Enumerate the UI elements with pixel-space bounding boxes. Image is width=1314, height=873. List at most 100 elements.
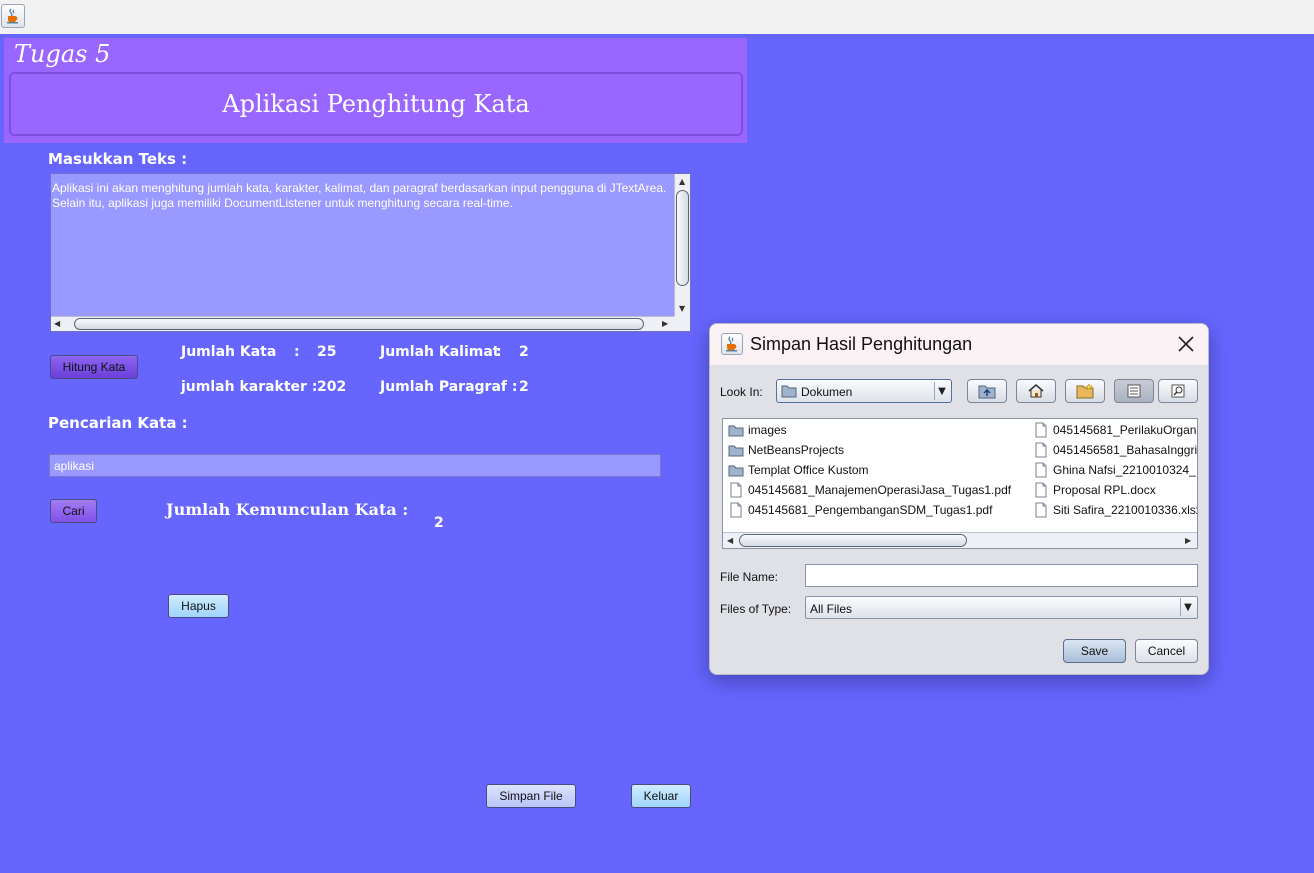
list-view-icon xyxy=(1127,384,1141,398)
folder-item[interactable]: NetBeansProjects xyxy=(728,441,844,459)
header-panel: Tugas 5 Aplikasi Penghitung Kata xyxy=(4,38,747,143)
file-item-label: images xyxy=(748,423,787,437)
file-item[interactable]: Proposal RPL.docx xyxy=(1033,481,1156,499)
scroll-corner xyxy=(674,316,690,331)
dialog-title: Simpan Hasil Penghitungan xyxy=(750,334,973,354)
save-button[interactable]: Save xyxy=(1063,639,1126,663)
jumlah-kata-colon: : xyxy=(294,344,300,360)
text-line-1: Aplikasi ini akan menghitung jumlah kata… xyxy=(52,181,667,195)
look-in-label: Look In: xyxy=(720,385,763,399)
file-item-label: NetBeansProjects xyxy=(748,443,845,457)
input-label: Masukkan Teks : xyxy=(48,150,188,168)
jumlah-paragraf-value: 2 xyxy=(519,379,529,395)
app-title: Aplikasi Penghitung Kata xyxy=(222,90,530,118)
list-view-button[interactable] xyxy=(1114,379,1154,403)
text-input-area[interactable]: Aplikasi ini akan menghitung jumlah kata… xyxy=(50,173,691,332)
file-icon xyxy=(730,482,742,498)
text-vertical-scrollbar[interactable]: ▲ ▼ xyxy=(674,174,690,317)
file-icon xyxy=(1035,422,1047,438)
file-item[interactable]: Siti Safira_2210010336.xlsx xyxy=(1033,501,1198,519)
file-icon xyxy=(1035,462,1047,478)
scroll-down-icon[interactable]: ▼ xyxy=(679,305,685,313)
folder-icon xyxy=(728,445,744,457)
text-input-content[interactable]: Aplikasi ini akan menghitung jumlah kata… xyxy=(52,181,674,316)
close-icon[interactable] xyxy=(1176,334,1196,354)
home-icon xyxy=(1028,384,1044,398)
file-item-label: Templat Office Kustom xyxy=(748,463,869,477)
file-item-label: Proposal RPL.docx xyxy=(1053,483,1156,497)
folder-item[interactable]: images xyxy=(728,421,787,439)
simpan-file-button[interactable]: Simpan File xyxy=(486,784,576,808)
file-name-input[interactable] xyxy=(805,564,1198,587)
occurrence-label: Jumlah Kemunculan Kata : xyxy=(166,500,409,519)
file-list-horizontal-scrollbar[interactable]: ◀ ▶ xyxy=(723,532,1197,548)
chevron-down-icon[interactable]: ▼ xyxy=(1180,598,1195,616)
file-item[interactable]: 045145681_PengembanganSDM_Tugas1.pdf xyxy=(728,501,992,519)
text-horizontal-thumb[interactable] xyxy=(74,318,644,330)
file-icon xyxy=(730,502,742,518)
window-titlebar xyxy=(0,0,1314,34)
jumlah-paragraf-label: Jumlah Paragraf : xyxy=(380,379,518,395)
file-item-label: 045145681_PerilakuOrganisasi xyxy=(1053,423,1198,437)
folder-icon xyxy=(781,385,797,398)
scroll-right-icon[interactable]: ▶ xyxy=(1185,537,1191,545)
jumlah-karakter-label: jumlah karakter : xyxy=(181,379,318,395)
new-folder-button[interactable] xyxy=(1065,379,1105,403)
text-horizontal-scrollbar[interactable]: ◀ ▶ xyxy=(51,316,675,331)
text-vertical-thumb[interactable] xyxy=(676,190,689,286)
file-item-label: 0451456581_BahasaInggris xyxy=(1053,443,1198,457)
details-view-icon xyxy=(1171,384,1185,398)
folder-item[interactable]: Templat Office Kustom xyxy=(728,461,869,479)
text-line-2: Selain itu, aplikasi juga memiliki Docum… xyxy=(52,196,513,210)
cari-button[interactable]: Cari xyxy=(50,499,97,523)
look-in-combo[interactable]: Dokumen ▼ xyxy=(776,379,952,403)
save-dialog: Simpan Hasil Penghitungan Look In: Dokum… xyxy=(709,323,1209,675)
keluar-button[interactable]: Keluar xyxy=(631,784,691,808)
jumlah-kalimat-colon: : xyxy=(496,344,502,360)
file-item-label: 045145681_ManajemenOperasiJasa_Tugas1.pd… xyxy=(748,483,1012,497)
file-item[interactable]: Ghina Nafsi_2210010324_ xyxy=(1033,461,1196,479)
file-item-label: Ghina Nafsi_2210010324_ xyxy=(1053,463,1196,477)
java-cup-icon[interactable] xyxy=(1,4,25,28)
jumlah-kalimat-value: 2 xyxy=(519,344,529,360)
search-label: Pencarian Kata : xyxy=(48,414,188,432)
tugas-label: Tugas 5 xyxy=(14,40,111,68)
file-icon xyxy=(1035,442,1047,458)
jumlah-kata-label: Jumlah Kata xyxy=(181,344,277,360)
search-input[interactable]: aplikasi xyxy=(49,454,661,477)
dialog-titlebar[interactable]: Simpan Hasil Penghitungan xyxy=(710,324,1208,365)
hapus-button[interactable]: Hapus xyxy=(168,594,229,618)
file-list[interactable]: images NetBeansProjects Templat Office Kus… xyxy=(722,418,1198,549)
new-folder-icon xyxy=(1076,383,1094,399)
file-type-value: All Files xyxy=(810,602,853,616)
file-icon xyxy=(1035,482,1047,498)
file-name-label: File Name: xyxy=(720,570,779,584)
file-type-label: Files of Type: xyxy=(720,602,792,616)
title-box: Aplikasi Penghitung Kata xyxy=(9,72,743,136)
up-folder-button[interactable] xyxy=(967,379,1007,403)
hitung-kata-button[interactable]: Hitung Kata xyxy=(50,355,138,379)
file-item[interactable]: 045145681_ManajemenOperasiJasa_Tugas1.pd… xyxy=(728,481,1011,499)
file-item[interactable]: 0451456581_BahasaInggris xyxy=(1033,441,1198,459)
file-item-label: 045145681_PengembanganSDM_Tugas1.pdf xyxy=(748,503,993,517)
file-item-label: Siti Safira_2210010336.xlsx xyxy=(1053,503,1198,517)
file-icon xyxy=(1035,502,1047,518)
folder-icon xyxy=(728,425,744,437)
file-type-combo[interactable]: All Files ▼ xyxy=(805,596,1198,619)
occurrence-value: 2 xyxy=(434,515,444,531)
look-in-value: Dokumen xyxy=(801,385,853,399)
chevron-down-icon[interactable]: ▼ xyxy=(934,382,949,400)
cancel-button[interactable]: Cancel xyxy=(1135,639,1198,663)
jumlah-kalimat-label: Jumlah Kalimat xyxy=(380,344,500,360)
file-list-horizontal-thumb[interactable] xyxy=(739,534,967,547)
java-cup-icon xyxy=(721,333,743,355)
scroll-up-icon[interactable]: ▲ xyxy=(679,178,685,186)
file-item[interactable]: 045145681_PerilakuOrganisasi xyxy=(1033,421,1198,439)
up-folder-icon xyxy=(978,385,996,399)
scroll-left-icon[interactable]: ◀ xyxy=(54,320,60,328)
scroll-right-icon[interactable]: ▶ xyxy=(662,320,668,328)
home-button[interactable] xyxy=(1016,379,1056,403)
scroll-left-icon[interactable]: ◀ xyxy=(727,537,733,545)
jumlah-karakter-value: 202 xyxy=(317,379,347,395)
details-view-button[interactable] xyxy=(1158,379,1198,403)
